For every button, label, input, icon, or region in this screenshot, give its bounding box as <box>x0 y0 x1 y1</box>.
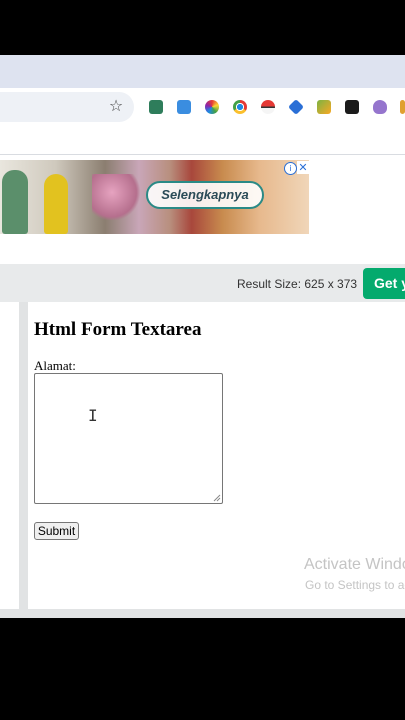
arrow-icon[interactable] <box>317 100 331 114</box>
get-spaces-button[interactable]: Get y <box>363 268 405 299</box>
ad-flowers-image <box>92 174 142 220</box>
ad-banner[interactable]: Selengkapnya i ✕ <box>0 160 309 234</box>
browser-tab-strip <box>0 55 405 88</box>
code-pane[interactable] <box>0 302 19 609</box>
ad-cta-button[interactable]: Selengkapnya <box>146 181 264 209</box>
screencast-icon[interactable] <box>149 100 163 114</box>
page-title: Html Form Textarea <box>34 319 202 340</box>
bookmark-star-icon[interactable]: ☆ <box>108 97 124 115</box>
ad-person-image <box>44 174 68 234</box>
dark-square-icon[interactable] <box>345 100 359 114</box>
alamat-label: Alamat: <box>34 358 76 373</box>
bookmark-bar <box>0 126 405 155</box>
extension-overflow-icon[interactable] <box>400 100 405 114</box>
pane-bottom-strip <box>0 610 405 618</box>
alamat-textarea[interactable] <box>34 373 223 504</box>
activate-windows-title: Activate Windo <box>304 556 405 573</box>
ad-person-image <box>2 170 28 234</box>
result-size-label: Result Size: 625 x 373 <box>237 277 358 291</box>
color-picker-icon[interactable] <box>205 100 219 114</box>
resize-grip-icon[interactable] <box>213 494 221 502</box>
close-icon[interactable]: ✕ <box>297 161 309 174</box>
translate-icon[interactable] <box>177 100 191 114</box>
ghost-icon[interactable] <box>373 100 387 114</box>
chrome-icon[interactable] <box>233 100 247 114</box>
activate-windows-subtitle: Go to Settings to ac <box>305 578 405 592</box>
text-cursor-icon: I <box>88 406 98 425</box>
info-icon[interactable]: i <box>284 162 297 175</box>
submit-button[interactable]: Submit <box>34 522 79 540</box>
pokeball-icon[interactable] <box>261 100 275 114</box>
